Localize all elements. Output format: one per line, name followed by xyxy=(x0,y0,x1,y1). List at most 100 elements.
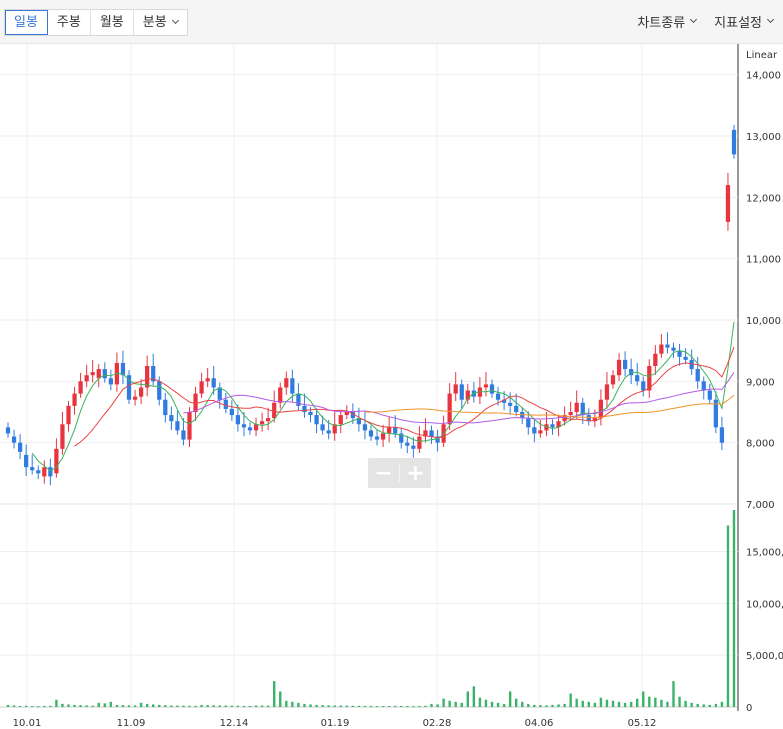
chart-settings-menu: 차트종류 지표설정 xyxy=(637,12,775,31)
period-monthly-label: 월봉 xyxy=(99,15,124,30)
period-minute-dropdown[interactable]: 분봉 xyxy=(133,10,187,35)
volume-bar xyxy=(484,699,488,707)
volume-tick-label: 10,000,0 xyxy=(746,599,783,610)
candle-down xyxy=(707,390,712,400)
volume-bar xyxy=(164,705,167,707)
candle-up xyxy=(574,402,579,412)
volume-bar xyxy=(139,702,143,707)
volume-bar xyxy=(539,705,542,707)
volume-bar xyxy=(684,700,687,707)
volume-bar xyxy=(218,705,221,707)
x-tick-label: 05.12 xyxy=(628,718,657,729)
candle-up xyxy=(205,378,210,382)
volume-bar xyxy=(569,693,572,707)
volume-bar xyxy=(31,706,34,708)
volume-bar xyxy=(732,510,736,707)
volume-tick-label: 15,000,0 xyxy=(746,547,783,558)
volume-bar xyxy=(321,705,324,707)
zoom-out-button[interactable]: − xyxy=(368,458,399,488)
volume-bar xyxy=(436,704,439,707)
candle-up xyxy=(138,387,144,397)
stock-chart-app: 일봉 주봉 월봉 분봉 차트종류 지표설정 14,000 13,000 12,0… xyxy=(0,0,783,729)
candle-up xyxy=(259,421,265,425)
volume-bar xyxy=(605,699,609,707)
volume-bar xyxy=(418,705,421,707)
scale-mode-label: Linear xyxy=(746,50,778,61)
chevron-down-icon xyxy=(766,15,775,24)
candle-down xyxy=(30,467,35,471)
chevron-down-icon xyxy=(171,16,179,25)
volume-bar xyxy=(127,705,131,707)
price-tick-label: 13,000 xyxy=(746,132,781,143)
volume-bar xyxy=(49,705,52,707)
volume-bar xyxy=(345,705,348,707)
candle-up xyxy=(54,448,59,474)
period-weekly-button[interactable]: 주봉 xyxy=(47,10,91,35)
candle-up xyxy=(60,424,65,449)
volume-bar xyxy=(726,525,730,707)
volume-bar xyxy=(206,705,209,707)
candle-down xyxy=(671,347,676,351)
moving-average-orange xyxy=(364,395,735,419)
candle-up xyxy=(568,412,573,416)
zoom-in-button[interactable]: + xyxy=(400,458,431,488)
moving-average-red xyxy=(74,346,735,447)
period-monthly-button[interactable]: 월봉 xyxy=(90,10,134,35)
volume-bar xyxy=(224,705,227,707)
volume-bar xyxy=(478,697,482,707)
candle-up xyxy=(598,399,604,419)
x-tick-label: 04.06 xyxy=(525,718,554,729)
candle-down xyxy=(641,381,646,391)
volume-bar xyxy=(230,705,234,707)
volume-bar xyxy=(121,705,125,707)
indicator-settings-dropdown[interactable]: 지표설정 xyxy=(714,12,775,31)
candle-down xyxy=(17,442,23,452)
candle-up xyxy=(96,369,101,379)
chevron-down-icon xyxy=(690,15,698,24)
volume-bar xyxy=(406,706,409,708)
candle-down xyxy=(235,415,241,425)
volume-bar xyxy=(394,705,397,707)
candle-down xyxy=(175,421,180,431)
volume-bar xyxy=(176,705,179,707)
volume-bar xyxy=(648,696,651,707)
volume-bar xyxy=(708,704,711,707)
volume-bar xyxy=(266,705,270,707)
volume-bar xyxy=(587,701,590,707)
candle-up xyxy=(659,344,664,354)
price-volume-chart[interactable]: 14,000 13,000 12,000 11,000 10,000 9,000 8,000… xyxy=(0,44,783,729)
volume-bar xyxy=(297,702,300,707)
x-tick-label: 01.19 xyxy=(321,718,350,729)
candle-down xyxy=(411,445,416,449)
volume-bar xyxy=(24,705,28,707)
volume-bar xyxy=(617,701,621,707)
chart-type-dropdown[interactable]: 차트종류 xyxy=(637,12,698,31)
x-tick-label: 02.28 xyxy=(423,718,452,729)
volume-bar xyxy=(315,704,318,707)
candle-up xyxy=(278,387,283,403)
candle-down xyxy=(459,384,464,400)
candle-up xyxy=(447,393,452,425)
candle-down xyxy=(24,454,29,468)
candle-down xyxy=(550,424,555,428)
candle-down xyxy=(393,427,398,434)
candle-up xyxy=(42,467,47,477)
volume-bar xyxy=(660,699,663,707)
period-daily-button[interactable]: 일봉 xyxy=(5,10,48,35)
candle-up xyxy=(604,384,610,400)
volume-bar xyxy=(97,702,100,707)
indicator-settings-label: 지표설정 xyxy=(714,16,762,31)
volume-bar xyxy=(291,701,294,707)
candle-up xyxy=(272,402,277,419)
candle-up xyxy=(72,393,77,406)
volume-bar xyxy=(260,705,264,707)
candle-up xyxy=(616,359,622,376)
volume-bar xyxy=(654,697,657,707)
x-tick-label: 12.14 xyxy=(220,718,249,729)
candle-down xyxy=(489,384,495,394)
candle-up xyxy=(132,396,138,400)
candle-up xyxy=(145,366,150,388)
candle-down xyxy=(622,359,628,370)
zoom-controls: − + xyxy=(368,458,431,488)
volume-bar xyxy=(424,705,427,707)
